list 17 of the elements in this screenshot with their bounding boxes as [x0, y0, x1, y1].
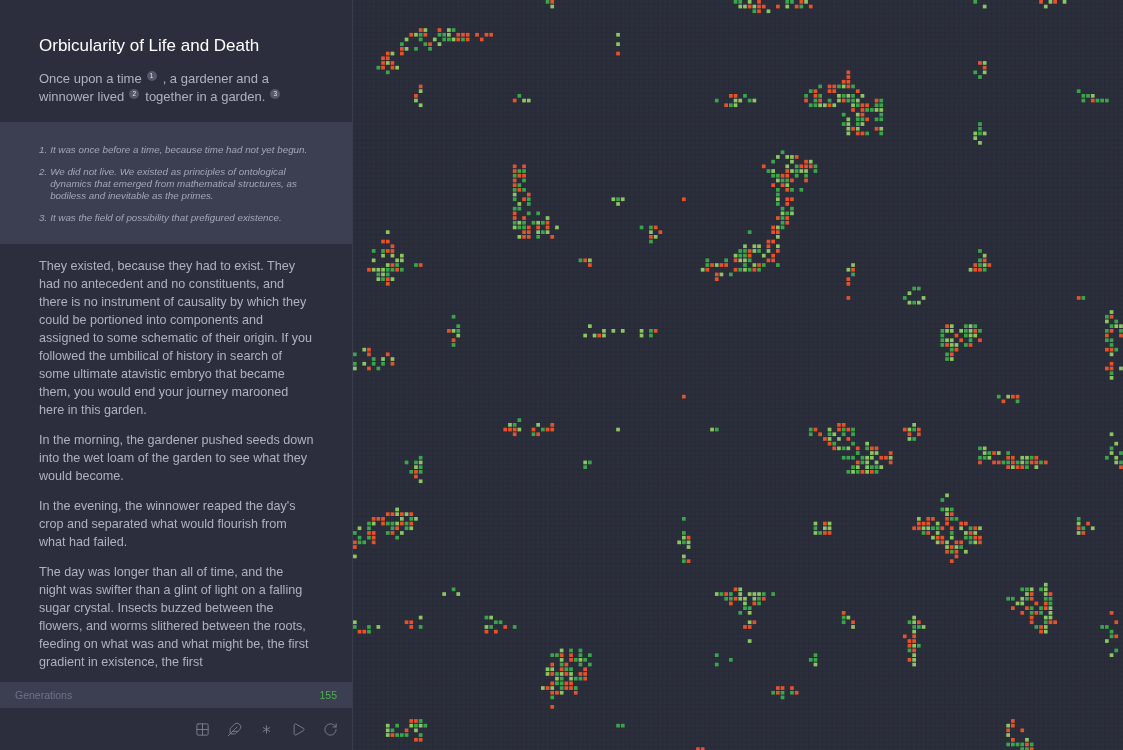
play-icon	[291, 721, 306, 737]
generations-count: 155	[319, 689, 337, 701]
intro-sentence: Once upon a time $^{1}$ , a gardener and a winnower lived $^{2}$ together in a garden. $^{3}$	[39, 70, 313, 106]
story-title: Orbicularity of Life and Death	[39, 36, 261, 56]
story-paragraph: In the morning, the gardener pushed seeds down into the wet loam of the garden to see what they would become.	[39, 432, 314, 485]
footnote-number: 2.	[39, 166, 48, 179]
feather-icon	[227, 721, 242, 737]
footnote-number: 1.	[39, 144, 48, 156]
footnote-text: It was once before a time, because time had not yet begun.	[50, 144, 308, 156]
story-paragraph: In the evening, the winnower reaped the day's crop and separated what would flourish from what had failed.	[39, 498, 297, 551]
refresh-icon	[323, 721, 338, 737]
story-paragraph: The day was longer than all of time, and the night was swifter than a glint of light on a falling sugar crystal. Insects buzzed between the flowers, and worms slithered between the roots, feeding on what was and what might be, the first gradient in existence, the first	[39, 564, 310, 671]
story-paragraph: They existed, because they had to exist. They had no antecedent and no constituents, and there is no instrument of causality by which they could be portioned into components and assigned to some schematic of their origin. If you followed the umbilical of history in search of some ultimate atavistic embryo that became them, you would end your journey marooned here in this garden.	[39, 258, 313, 419]
footnote-text: We did not live. We existed as principles of ontological dynamics that emerged from mathematical structures, as bodiless and inevitable as the primes.	[50, 166, 298, 202]
footnote-text: It was the field of possibility that prefigured existence.	[50, 212, 282, 224]
footnote-number: 3.	[39, 212, 48, 224]
grid-icon	[195, 721, 210, 737]
